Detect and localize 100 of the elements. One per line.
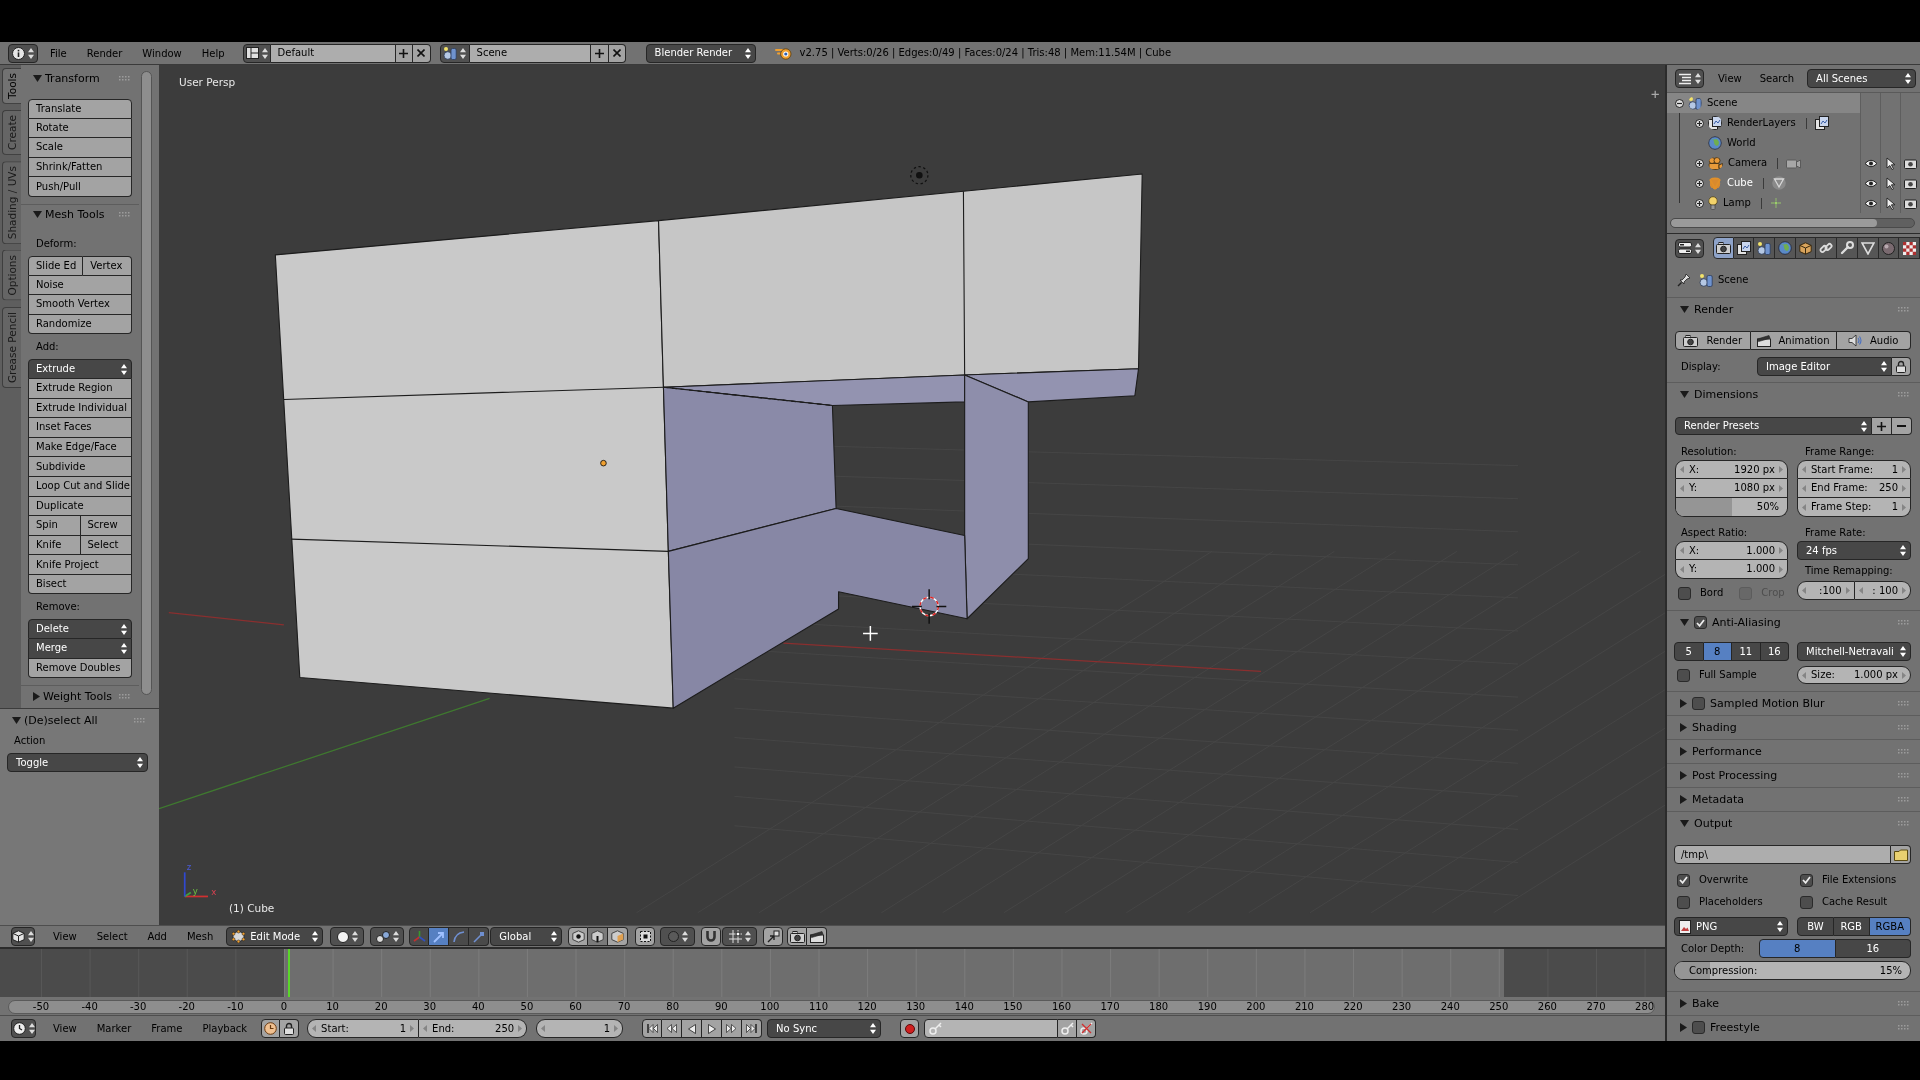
panel-header[interactable]: Sampled Motion Blur xyxy=(1667,692,1920,715)
tree-item[interactable]: Camera xyxy=(1667,153,1860,173)
menu-item[interactable]: Playback xyxy=(192,1019,258,1038)
limit-selection-button[interactable] xyxy=(635,927,656,946)
tree-item[interactable]: Lamp xyxy=(1667,193,1860,213)
context-tab[interactable] xyxy=(1733,237,1755,259)
menu-item[interactable]: Render xyxy=(76,43,133,63)
end-frame-field[interactable]: End: 250 xyxy=(419,1019,528,1038)
tool-button[interactable]: Slide Ed xyxy=(28,255,84,276)
plus-circle-icon[interactable] xyxy=(1695,178,1704,188)
panel-header[interactable]: Shading xyxy=(1667,716,1920,739)
color-depth-option[interactable]: 16 xyxy=(1835,939,1911,958)
dropdown-menu[interactable]: Extrude xyxy=(28,359,132,379)
scrollbar[interactable] xyxy=(141,71,152,695)
tool-button[interactable]: Vertex xyxy=(83,255,132,276)
manipulator-button[interactable] xyxy=(469,927,490,946)
plus-icon[interactable] xyxy=(1650,90,1660,99)
number-field[interactable]: Size: 1.000 px xyxy=(1797,666,1911,684)
render-button[interactable]: Render xyxy=(1675,331,1751,350)
shading-menu[interactable] xyxy=(330,927,365,946)
manipulator-button[interactable] xyxy=(429,927,450,946)
orientation-menu[interactable]: Global xyxy=(490,927,563,946)
color-mode-option[interactable]: RGBA xyxy=(1869,917,1911,936)
lock-button[interactable] xyxy=(280,1019,300,1038)
checkbox[interactable] xyxy=(1677,895,1690,909)
render-button[interactable]: Animation xyxy=(1750,331,1837,350)
tool-button[interactable]: Remove Doubles xyxy=(28,658,132,679)
context-tab[interactable] xyxy=(1754,237,1776,259)
number-field[interactable]: : 100 xyxy=(1854,581,1911,600)
menu-item[interactable]: Search xyxy=(1750,69,1804,88)
tool-button[interactable]: Screw xyxy=(80,516,132,536)
scrollbar-thumb[interactable] xyxy=(1671,219,1877,227)
previous-key-button[interactable] xyxy=(662,1019,683,1038)
minus-circle-icon[interactable] xyxy=(1675,98,1684,108)
checkbox[interactable] xyxy=(1677,668,1690,682)
checkbox[interactable] xyxy=(1800,895,1813,909)
mode-menu[interactable]: Edit Mode xyxy=(226,927,324,946)
toolbar-button[interactable] xyxy=(763,927,784,946)
eye-icon[interactable] xyxy=(1863,158,1878,168)
editor-type-menu[interactable] xyxy=(11,1019,36,1038)
add-button[interactable] xyxy=(1872,417,1892,435)
menu-item[interactable]: Select xyxy=(86,927,138,946)
file-format-menu[interactable]: PNG xyxy=(1674,917,1788,936)
playhead-line[interactable] xyxy=(287,949,290,997)
proportional-menu[interactable] xyxy=(660,927,696,946)
color-mode-option[interactable]: BW xyxy=(1797,917,1834,936)
panel-header[interactable]: Post Processing xyxy=(1667,764,1920,787)
number-field[interactable]: Start Frame: 1 xyxy=(1797,460,1911,479)
tool-button[interactable]: Smooth Vertex xyxy=(28,295,132,315)
pointer-icon[interactable] xyxy=(1886,196,1895,210)
context-tab[interactable] xyxy=(1795,237,1817,259)
panel-header[interactable]: Render xyxy=(1667,298,1920,321)
dropdown-menu[interactable]: Merge xyxy=(28,639,132,659)
panel-header[interactable]: Performance xyxy=(1667,740,1920,763)
remove-button[interactable] xyxy=(1892,417,1912,435)
pointer-icon[interactable] xyxy=(1886,176,1895,190)
render-button[interactable]: Audio xyxy=(1836,331,1911,350)
eye-icon[interactable] xyxy=(1863,178,1878,188)
editor-type-menu[interactable] xyxy=(1675,238,1704,258)
panel-header[interactable]: (De)select All xyxy=(0,710,159,730)
presets-menu[interactable]: Render Presets xyxy=(1675,417,1872,435)
plus-circle-icon[interactable] xyxy=(1695,198,1704,208)
tool-button[interactable]: Make Edge/Face xyxy=(28,437,132,458)
tool-button[interactable]: Extrude Region xyxy=(28,378,132,399)
snap-element-menu[interactable] xyxy=(722,927,758,946)
output-path-field[interactable]: /tmp\ xyxy=(1674,845,1891,864)
jump-end-button[interactable] xyxy=(742,1019,763,1038)
checkbox[interactable] xyxy=(1678,586,1691,600)
sample-option[interactable]: 8 xyxy=(1703,642,1732,661)
tool-button[interactable]: Shrink/Fatten xyxy=(28,157,132,178)
sample-option[interactable]: 11 xyxy=(1732,642,1761,661)
layout-name-field[interactable]: Default xyxy=(270,43,396,63)
tool-button[interactable]: Inset Faces xyxy=(28,418,132,438)
menu-item[interactable]: Window xyxy=(132,43,192,63)
tool-button[interactable]: Push/Pull xyxy=(28,177,132,197)
current-frame-field[interactable]: 1 xyxy=(536,1019,624,1038)
sync-menu[interactable]: No Sync xyxy=(767,1019,882,1038)
context-tab[interactable] xyxy=(1837,237,1858,259)
menu-item[interactable]: View xyxy=(43,1019,87,1038)
editor-type-menu[interactable] xyxy=(11,927,35,946)
plus-circle-icon[interactable] xyxy=(1695,118,1704,128)
manipulator-button[interactable] xyxy=(449,927,470,946)
tree-item[interactable]: Cube xyxy=(1667,173,1860,193)
menu-item[interactable]: Help xyxy=(191,43,235,63)
number-field[interactable]: End Frame: 250 xyxy=(1797,479,1911,498)
tool-button[interactable]: Noise xyxy=(28,275,132,296)
filter-menu[interactable]: Mitchell-Netravali xyxy=(1797,642,1911,661)
number-field[interactable]: X: 1920 px xyxy=(1675,460,1788,479)
play-reverse-button[interactable] xyxy=(682,1019,703,1038)
checkbox[interactable] xyxy=(1692,697,1705,710)
lock-button[interactable] xyxy=(1892,357,1911,376)
manipulator-button[interactable] xyxy=(409,927,430,946)
dropdown-menu[interactable]: Toggle xyxy=(7,753,148,772)
play-button[interactable] xyxy=(702,1019,723,1038)
menu-item[interactable]: Add xyxy=(137,927,177,946)
select-mode-button[interactable] xyxy=(588,927,609,946)
snap-button[interactable] xyxy=(701,927,722,946)
render-animation-button[interactable] xyxy=(807,927,828,946)
number-field[interactable]: Y: 1080 px xyxy=(1675,479,1788,498)
number-field[interactable]: :100 xyxy=(1797,581,1855,600)
